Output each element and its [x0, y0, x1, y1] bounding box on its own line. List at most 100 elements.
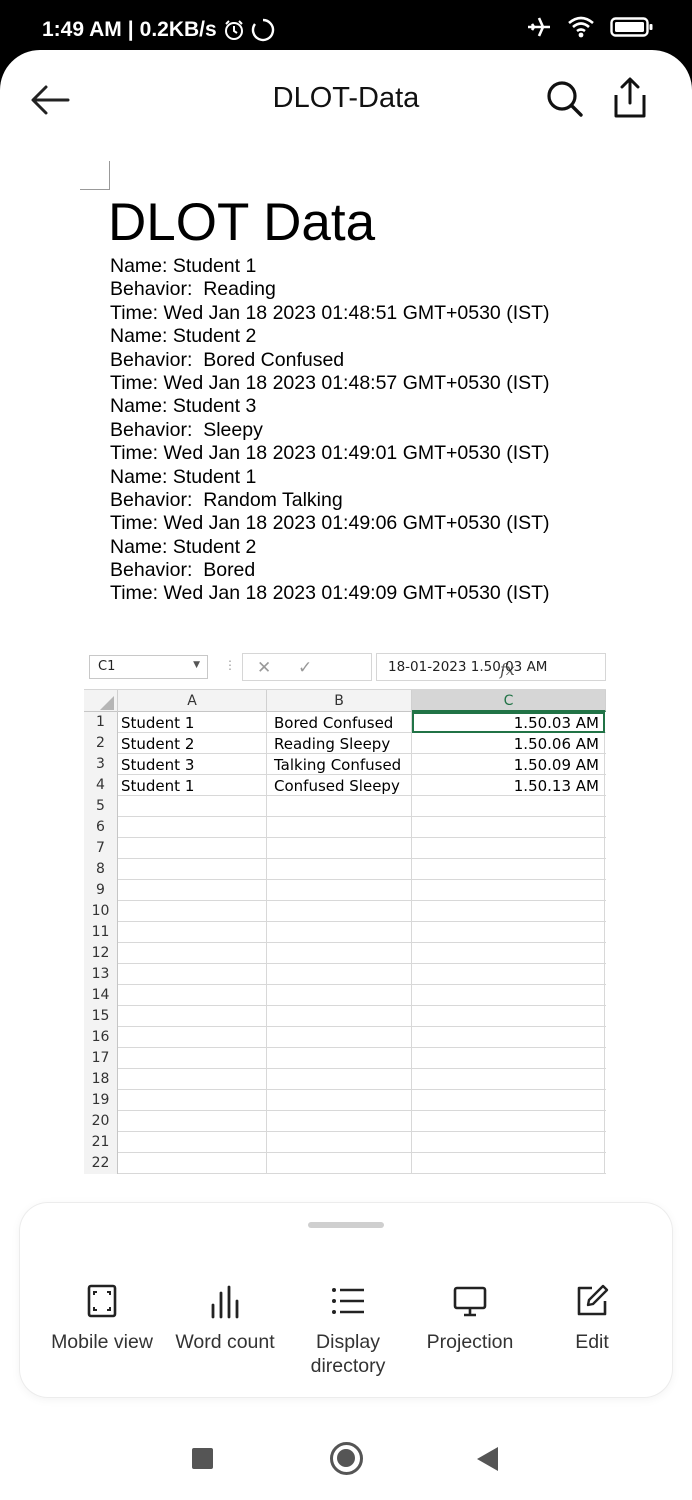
status-separator: |: [127, 18, 134, 41]
nav-back-button[interactable]: [477, 1447, 498, 1471]
cell-c: [412, 817, 605, 838]
column-headers: A B C: [84, 690, 606, 712]
row-number: 21: [84, 1132, 118, 1153]
sheet-row: 6: [84, 817, 606, 838]
doc-text-line: Behavior: Sleepy: [110, 418, 263, 441]
row-number: 15: [84, 1006, 118, 1027]
edit-button[interactable]: Edit: [522, 1283, 662, 1354]
doc-text-line: Name: Student 2: [110, 535, 257, 558]
doc-body: Name: Student 1 Behavior: Reading Time: We…: [110, 255, 550, 606]
sheet-row: 13: [84, 964, 606, 985]
cell-c: 1.50.13 AM: [412, 775, 605, 796]
share-icon[interactable]: [610, 76, 650, 120]
cell-a: Student 1: [118, 712, 267, 733]
sheet-row: 12: [84, 943, 606, 964]
search-icon[interactable]: [544, 78, 584, 118]
cell-a: [118, 1090, 267, 1111]
cell-b: Reading Sleepy: [267, 733, 412, 754]
cell-a: [118, 817, 267, 838]
cell-c: [412, 1027, 605, 1048]
formula-bar-grip-icon: ⋮: [224, 658, 236, 672]
home-button[interactable]: [330, 1442, 363, 1475]
cell-b: [267, 1153, 412, 1174]
doc-text-line: Name: Student 3: [110, 395, 257, 418]
doc-heading: DLOT Data: [108, 193, 376, 252]
cell-b: [267, 901, 412, 922]
doc-text-line: Behavior: Bored: [110, 559, 256, 582]
doc-text-line: Behavior: Bored Confused: [110, 348, 345, 371]
cell-a: Student 3: [118, 754, 267, 775]
wifi-icon: [568, 16, 594, 38]
name-box-value: C1: [98, 659, 116, 674]
cell-c: [412, 1090, 605, 1111]
row-number: 3: [84, 754, 118, 775]
cell-c: [412, 1111, 605, 1132]
sheet-row: 17: [84, 1048, 606, 1069]
cell-b: [267, 817, 412, 838]
cell-c: [412, 796, 605, 817]
cell-c: [412, 964, 605, 985]
document-title: DLOT-Data: [272, 82, 420, 114]
cell-b: [267, 859, 412, 880]
loading-icon: [251, 18, 274, 42]
cell-a: [118, 1153, 267, 1174]
sheet-row: 8: [84, 859, 606, 880]
cell-b: Bored Confused: [267, 712, 412, 733]
cell-b: [267, 985, 412, 1006]
row-number: 10: [84, 901, 118, 922]
cell-a: [118, 985, 267, 1006]
cell-a: Student 1: [118, 775, 267, 796]
column-header-b: B: [267, 690, 412, 712]
status-right: [526, 14, 654, 40]
doc-text-line: Time: Wed Jan 18 2023 01:48:51 GMT+0530 …: [110, 301, 550, 324]
cancel-icon: ✕: [257, 658, 272, 678]
monitor-icon: [453, 1286, 487, 1317]
sheet-row: 1 Student 1 Bored Confused 1.50.03 AM: [84, 712, 606, 733]
cell-c: [412, 838, 605, 859]
word-count-button[interactable]: Word count: [155, 1283, 295, 1354]
sheet-row: 11: [84, 922, 606, 943]
row-number: 5: [84, 796, 118, 817]
document-viewer-screen: DLOT-Data DLOT Data Name: Student 1 Behav…: [0, 50, 692, 1500]
mobile-view-button[interactable]: Mobile view: [32, 1283, 172, 1354]
cell-b: [267, 1006, 412, 1027]
display-directory-button[interactable]: Display directory: [278, 1283, 418, 1378]
doc-text-line: Time: Wed Jan 18 2023 01:49:01 GMT+0530 …: [110, 442, 550, 465]
sheet-rows: 1 Student 1 Bored Confused 1.50.03 AM 2 Stude…: [84, 712, 606, 1174]
row-number: 18: [84, 1069, 118, 1090]
sheet-row: 19: [84, 1090, 606, 1111]
doc-text-line: Time: Wed Jan 18 2023 01:49:09 GMT+0530 …: [110, 582, 550, 605]
cell-a: [118, 964, 267, 985]
cell-a: [118, 901, 267, 922]
sheet-row: 10: [84, 901, 606, 922]
projection-button[interactable]: Projection: [400, 1283, 540, 1354]
drag-handle[interactable]: [308, 1222, 384, 1228]
cell-a: [118, 1132, 267, 1153]
spreadsheet-image: C1 ▼ ⋮ ✕ ✓ fx 18-01-2023 1.50.03 AM A B …: [84, 650, 606, 1180]
edit-label: Edit: [575, 1331, 609, 1353]
cell-c: [412, 1132, 605, 1153]
bar-chart-icon: [211, 1285, 239, 1319]
check-icon: ✓: [298, 658, 313, 678]
cell-b: [267, 1069, 412, 1090]
row-number: 16: [84, 1027, 118, 1048]
doc-text-line: Name: Student 2: [110, 325, 257, 348]
formula-value: 18-01-2023 1.50.03 AM: [376, 653, 606, 681]
row-number: 7: [84, 838, 118, 859]
recents-button[interactable]: [192, 1448, 213, 1469]
cell-a: [118, 1027, 267, 1048]
cell-b: [267, 922, 412, 943]
cell-c: [412, 901, 605, 922]
word-count-label: Word count: [175, 1331, 275, 1353]
cell-a: [118, 943, 267, 964]
select-all-corner: [84, 690, 118, 712]
name-box: C1 ▼: [89, 655, 208, 679]
cell-c: [412, 880, 605, 901]
row-number: 22: [84, 1153, 118, 1174]
cell-c: [412, 1048, 605, 1069]
sheet-row: 21: [84, 1132, 606, 1153]
row-number: 17: [84, 1048, 118, 1069]
cell-b: [267, 1111, 412, 1132]
mobile-view-label: Mobile view: [51, 1331, 153, 1353]
column-header-c: C: [412, 690, 606, 712]
